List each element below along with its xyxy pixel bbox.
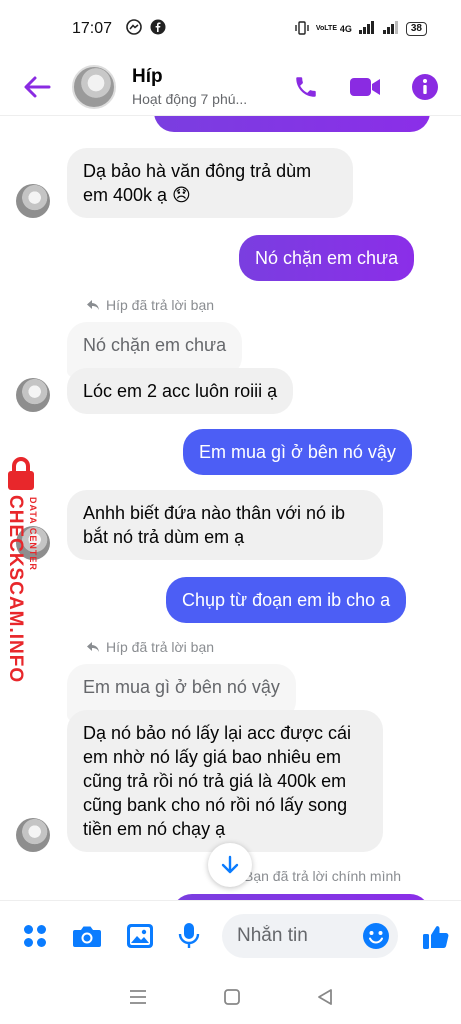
voice-call-button[interactable] bbox=[293, 74, 319, 100]
more-actions-button[interactable] bbox=[22, 923, 48, 949]
message-bubble-incoming[interactable]: Dạ bảo hà văn đông trả dùm em 400k ạ 😞 bbox=[67, 148, 353, 218]
facebook-notification-icon bbox=[150, 19, 166, 40]
home-button[interactable] bbox=[223, 988, 241, 1006]
contact-avatar[interactable] bbox=[72, 64, 116, 109]
volte-label: VoLTE bbox=[315, 25, 337, 32]
message-input-container[interactable] bbox=[222, 913, 398, 958]
messenger-notification-icon bbox=[126, 18, 142, 40]
reply-label: Bạn đã trả lời chính mình bbox=[244, 868, 402, 884]
emoji-button[interactable] bbox=[362, 922, 390, 950]
system-navigation-bar bbox=[0, 970, 461, 1024]
info-button[interactable] bbox=[411, 73, 439, 101]
status-bar: 17:07 VoLTE 4G 38 bbox=[0, 0, 461, 58]
message-composer bbox=[0, 900, 461, 970]
vibrate-icon bbox=[294, 20, 310, 38]
video-camera-icon bbox=[350, 77, 380, 96]
voice-message-button[interactable] bbox=[178, 922, 200, 950]
grid-dots-icon bbox=[24, 924, 46, 947]
triangle-back-icon bbox=[317, 989, 332, 1005]
message-list[interactable]: Dạ bảo hà văn đông trả dùm em 400k ạ 😞 N… bbox=[0, 116, 461, 900]
sender-avatar bbox=[16, 526, 50, 560]
smiley-icon bbox=[363, 922, 389, 949]
arrow-left-icon bbox=[24, 76, 51, 97]
arrow-down-icon bbox=[221, 855, 239, 874]
battery-indicator: 38 bbox=[405, 22, 427, 36]
contact-name: Híp bbox=[132, 66, 163, 87]
sender-avatar bbox=[16, 378, 50, 412]
reply-arrow-icon bbox=[87, 642, 99, 652]
phone-icon bbox=[296, 76, 316, 97]
message-bubble-incoming[interactable]: Lóc em 2 acc luôn roiii ạ bbox=[67, 368, 294, 414]
chat-header: Híp Hoạt động 7 phú... bbox=[0, 58, 461, 116]
thumbs-up-icon bbox=[423, 925, 449, 949]
message-bubble-outgoing[interactable]: Nó chặn em chưa bbox=[239, 235, 415, 281]
image-icon bbox=[127, 923, 153, 948]
microphone-icon bbox=[178, 922, 200, 948]
reply-arrow-icon bbox=[87, 300, 99, 310]
camera-icon bbox=[73, 926, 101, 947]
reply-label: Híp đã trả lời bạn bbox=[86, 639, 214, 655]
signal-icon bbox=[358, 20, 376, 38]
message-bubble-incoming[interactable]: Anhh biết đứa nào thân với nó ib bắt nó … bbox=[67, 490, 383, 560]
network-label: 4G bbox=[339, 24, 352, 34]
sender-avatar bbox=[16, 818, 50, 852]
contact-active-status: Hoạt động 7 phú... bbox=[132, 91, 248, 107]
scroll-to-bottom-button[interactable] bbox=[208, 843, 252, 887]
info-icon bbox=[412, 73, 438, 100]
square-icon bbox=[223, 989, 240, 1005]
message-input[interactable] bbox=[237, 924, 357, 947]
gallery-button[interactable] bbox=[126, 923, 154, 949]
message-bubble-outgoing-partial[interactable] bbox=[154, 116, 430, 132]
reply-label: Híp đã trả lời bạn bbox=[86, 297, 214, 313]
status-time: 17:07 bbox=[72, 20, 113, 37]
sender-avatar bbox=[16, 184, 50, 218]
like-button[interactable] bbox=[422, 922, 450, 950]
contact-info[interactable]: Híp Hoạt động 7 phú... bbox=[132, 66, 247, 107]
back-button[interactable] bbox=[22, 72, 52, 102]
menu-lines-icon bbox=[129, 990, 146, 1004]
back-nav-button[interactable] bbox=[316, 988, 334, 1006]
video-call-button[interactable] bbox=[349, 76, 381, 98]
message-bubble-outgoing[interactable]: Em mua gì ở bên nó vậy bbox=[183, 429, 412, 475]
camera-button[interactable] bbox=[72, 923, 102, 949]
message-bubble-outgoing[interactable]: Chụp từ đoạn em ib cho a bbox=[166, 577, 407, 623]
message-bubble-incoming[interactable]: Dạ nó bảo nó lấy lại acc được cái em nhờ… bbox=[67, 710, 383, 852]
recent-apps-button[interactable] bbox=[128, 988, 148, 1006]
signal-icon-2 bbox=[382, 20, 400, 38]
